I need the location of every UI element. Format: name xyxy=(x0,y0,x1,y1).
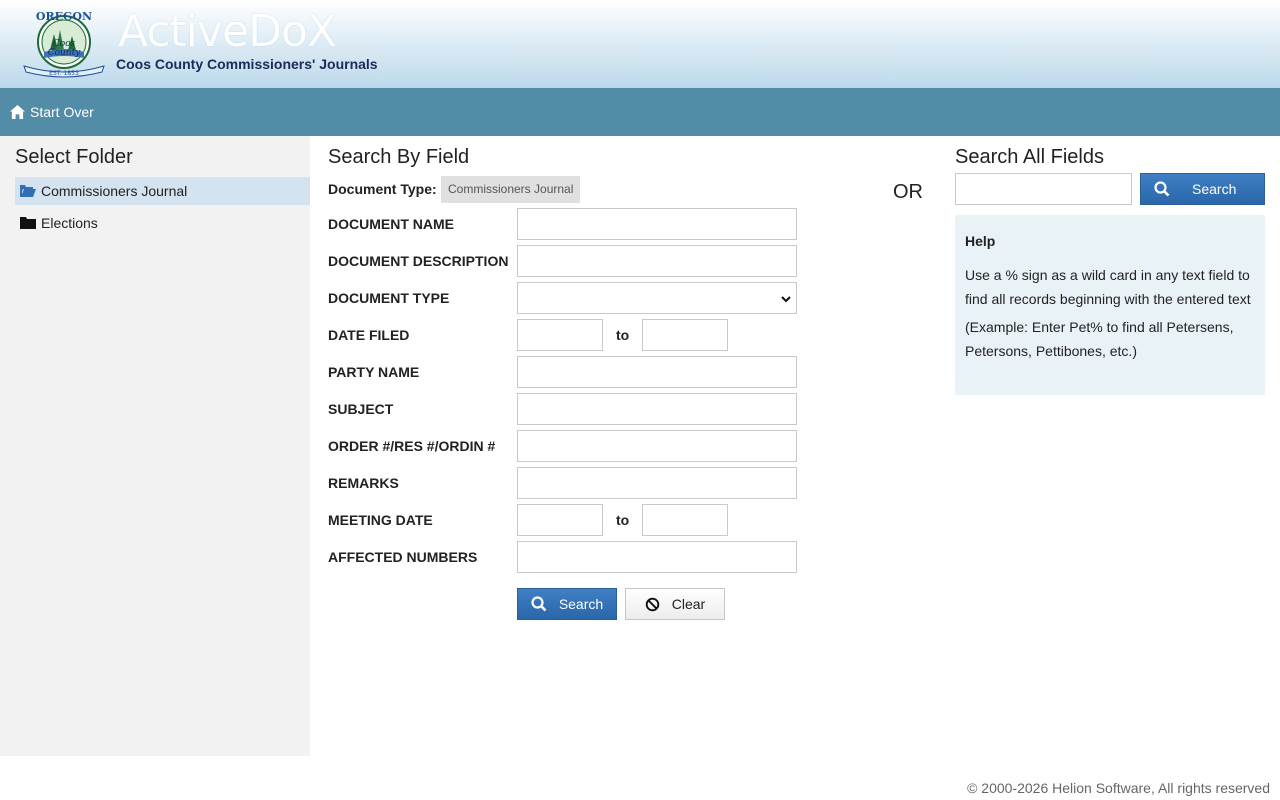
copyright-footer: © 2000-2026 Helion Software, All rights … xyxy=(967,780,1270,796)
ban-icon xyxy=(645,597,660,611)
folder-elections[interactable]: Elections xyxy=(15,209,310,237)
app-brand: ActiveDoX xyxy=(118,6,337,57)
nav-bar: Start Over xyxy=(0,88,1280,136)
date-filed-label: DATE FILED xyxy=(328,327,410,343)
meeting-date-from-input[interactable] xyxy=(517,504,603,536)
party-name-input[interactable] xyxy=(517,356,797,388)
folder-icon xyxy=(20,217,36,229)
document-name-label: DOCUMENT NAME xyxy=(328,216,454,232)
meeting-date-to-label: to xyxy=(616,512,630,528)
sidebar-title: Select Folder xyxy=(15,146,133,168)
county-seal-logo[interactable]: OREGON Coos County EST. 1853 xyxy=(20,6,108,80)
field-search-label: Search xyxy=(558,596,604,612)
meeting-date-label: MEETING DATE xyxy=(328,512,433,528)
seal-est: EST. 1853 xyxy=(49,70,79,77)
field-search-button[interactable]: Search xyxy=(517,588,617,620)
document-type-field-label: DOCUMENT TYPE xyxy=(328,290,450,306)
seal-line2: County xyxy=(48,48,82,58)
document-name-input[interactable] xyxy=(517,208,797,240)
document-type-badge: Commissioners Journal xyxy=(441,176,581,203)
meeting-date-to-input[interactable] xyxy=(642,504,728,536)
order-res-ordin-input[interactable] xyxy=(517,430,797,462)
affected-numbers-label: AFFECTED NUMBERS xyxy=(328,549,478,565)
folder-open-icon xyxy=(20,185,36,197)
folder-commissioners-journal[interactable]: Commissioners Journal xyxy=(15,177,310,205)
clear-button[interactable]: Clear xyxy=(625,588,725,620)
document-type-select[interactable] xyxy=(517,282,797,314)
folder-label: Elections xyxy=(41,215,98,231)
subject-input[interactable] xyxy=(517,393,797,425)
party-name-label: PARTY NAME xyxy=(328,364,420,380)
date-filed-from-input[interactable] xyxy=(517,319,603,351)
folder-sidebar: Select Folder Commissioners Journal Elec… xyxy=(0,136,310,756)
search-all-label: Search xyxy=(1192,181,1237,197)
subject-label: SUBJECT xyxy=(328,401,394,417)
search-icon xyxy=(1154,181,1170,197)
remarks-label: REMARKS xyxy=(328,475,399,491)
date-filed-to-input[interactable] xyxy=(642,319,728,351)
help-text-wildcard: Use a % sign as a wild card in any text … xyxy=(965,267,1251,307)
document-description-input[interactable] xyxy=(517,245,797,277)
date-filed-to-label: to xyxy=(616,327,630,343)
help-text-example: (Example: Enter Pet% to find all Peterse… xyxy=(965,319,1234,359)
home-icon xyxy=(10,105,25,119)
search-icon xyxy=(531,596,547,612)
start-over-label: Start Over xyxy=(30,104,94,120)
remarks-input[interactable] xyxy=(517,467,797,499)
or-separator: OR xyxy=(893,181,923,203)
affected-numbers-input[interactable] xyxy=(517,541,797,573)
search-all-fields-title: Search All Fields xyxy=(955,146,1104,168)
site-header: OREGON Coos County EST. 1853 ActiveDoX C… xyxy=(0,0,1280,88)
chevron-down-icon xyxy=(781,296,791,303)
clear-label: Clear xyxy=(671,596,706,612)
app-subtitle: Coos County Commissioners' Journals xyxy=(116,56,378,72)
search-all-input[interactable] xyxy=(955,173,1132,205)
search-by-field-title: Search By Field xyxy=(328,146,470,168)
start-over-link[interactable]: Start Over xyxy=(10,104,94,120)
folder-label: Commissioners Journal xyxy=(41,183,188,199)
document-type-label: Document Type: xyxy=(328,181,437,197)
order-res-ordin-label: ORDER #/RES #/ORDIN # xyxy=(328,438,496,454)
search-all-button[interactable]: Search xyxy=(1140,173,1265,205)
seal-top-text: OREGON xyxy=(36,10,92,23)
help-panel: Help Use a % sign as a wild card in any … xyxy=(955,215,1265,395)
help-title: Help xyxy=(965,233,996,249)
document-description-label: DOCUMENT DESCRIPTION xyxy=(328,253,509,269)
